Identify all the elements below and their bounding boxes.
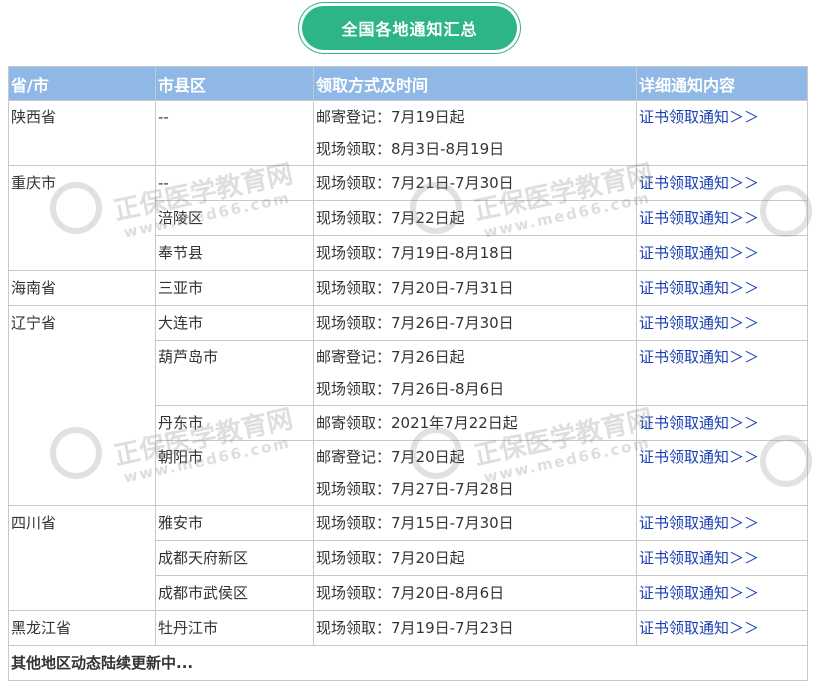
header-detail: 详细通知内容 [636,66,808,101]
header-city: 市县区 [155,66,314,101]
city-cell: -- [155,100,314,166]
city-cell: 三亚市 [155,270,314,306]
method-line: 邮寄登记：7月26日起 [316,348,465,366]
city-cell: 成都天府新区 [155,540,314,576]
table-row: 四川省 雅安市 现场领取：7月15日-7月30日 证书领取通知＞＞ [8,505,808,611]
notice-link[interactable]: 证书领取通知＞＞ [639,279,759,297]
city-cell: 牡丹江市 [155,610,314,646]
notice-link[interactable]: 证书领取通知＞＞ [639,174,759,192]
city-cell: 葫芦岛市 [155,340,314,406]
detail-cell: 证书领取通知＞＞ [636,440,808,506]
detail-cell: 证书领取通知＞＞ [636,505,808,541]
notice-link[interactable]: 证书领取通知＞＞ [639,549,759,567]
notice-link[interactable]: 证书领取通知＞＞ [639,108,759,126]
method-cell: 现场领取：7月15日-7月30日 [313,505,637,541]
city-cell: 朝阳市 [155,440,314,506]
method-line: 邮寄登记：7月20日起 [316,448,465,466]
detail-cell: 证书领取通知＞＞ [636,340,808,406]
detail-cell: 证书领取通知＞＞ [636,610,808,646]
city-cell: 大连市 [155,305,314,341]
notice-link[interactable]: 证书领取通知＞＞ [639,414,759,432]
city-cell: 丹东市 [155,405,314,441]
table-row: 海南省 三亚市 现场领取：7月20日-7月31日 证书领取通知＞＞ [8,270,808,306]
city-cell: 奉节县 [155,235,314,271]
province-cell: 海南省 [8,270,156,306]
notice-link[interactable]: 证书领取通知＞＞ [639,244,759,262]
notice-link[interactable]: 证书领取通知＞＞ [639,209,759,227]
detail-cell: 证书领取通知＞＞ [636,200,808,236]
table-row: 辽宁省 大连市 现场领取：7月26日-7月30日 证书领取通知＞＞ [8,305,808,506]
method-cell: 邮寄登记：7月20日起 现场领取：7月27日-7月28日 [313,440,637,506]
table-footer-row: 其他地区动态陆续更新中... [8,645,808,681]
method-line: 邮寄登记：7月19日起 [316,108,465,126]
method-cell: 现场领取：7月20日-8月6日 [313,575,637,611]
province-cell: 重庆市 [8,165,156,271]
notice-table: 省/市 市县区 领取方式及时间 详细通知内容 陕西省 -- 邮寄登记：7月19日… [8,66,808,681]
detail-cell: 证书领取通知＞＞ [636,540,808,576]
detail-cell: 证书领取通知＞＞ [636,235,808,271]
update-note: 其他地区动态陆续更新中... [8,645,808,681]
title-area: 全国各地通知汇总 [0,0,813,60]
detail-cell: 证书领取通知＞＞ [636,100,808,166]
page-title: 全国各地通知汇总 [302,6,517,50]
detail-cell: 证书领取通知＞＞ [636,575,808,611]
method-cell: 现场领取：7月26日-7月30日 [313,305,637,341]
table-row: 黑龙江省 牡丹江市 现场领取：7月19日-7月23日 证书领取通知＞＞ [8,610,808,646]
method-cell: 现场领取：7月21日-7月30日 [313,165,637,201]
notice-link[interactable]: 证书领取通知＞＞ [639,514,759,532]
method-cell: 现场领取：7月22日起 [313,200,637,236]
table-row: 陕西省 -- 邮寄登记：7月19日起 现场领取：8月3日-8月19日 证书领取通… [8,100,808,166]
province-cell: 黑龙江省 [8,610,156,646]
notice-link[interactable]: 证书领取通知＞＞ [639,584,759,602]
method-line: 现场领取：7月27日-7月28日 [316,480,514,498]
method-cell: 邮寄登记：7月26日起 现场领取：7月26日-8月6日 [313,340,637,406]
province-cell: 陕西省 [8,100,156,166]
notice-link[interactable]: 证书领取通知＞＞ [639,448,759,466]
city-cell: 雅安市 [155,505,314,541]
method-cell: 现场领取：7月20日起 [313,540,637,576]
city-cell: 成都市武侯区 [155,575,314,611]
city-cell: 涪陵区 [155,200,314,236]
method-cell: 邮寄领取：2021年7月22日起 [313,405,637,441]
method-cell: 现场领取：7月20日-7月31日 [313,270,637,306]
table-row: 重庆市 -- 现场领取：7月21日-7月30日 证书领取通知＞＞ [8,165,808,271]
detail-cell: 证书领取通知＞＞ [636,270,808,306]
notice-link[interactable]: 证书领取通知＞＞ [639,314,759,332]
province-cell: 辽宁省 [8,305,156,506]
notice-link[interactable]: 证书领取通知＞＞ [639,348,759,366]
method-cell: 现场领取：7月19日-7月23日 [313,610,637,646]
city-cell: -- [155,165,314,201]
detail-cell: 证书领取通知＞＞ [636,405,808,441]
header-province: 省/市 [8,66,156,101]
method-line: 现场领取：8月3日-8月19日 [316,140,505,158]
province-cell: 四川省 [8,505,156,611]
method-line: 现场领取：7月26日-8月6日 [316,380,505,398]
detail-cell: 证书领取通知＞＞ [636,165,808,201]
detail-cell: 证书领取通知＞＞ [636,305,808,341]
table-header-row: 省/市 市县区 领取方式及时间 详细通知内容 [8,66,808,101]
notice-link[interactable]: 证书领取通知＞＞ [639,619,759,637]
method-cell: 现场领取：7月19日-8月18日 [313,235,637,271]
method-cell: 邮寄登记：7月19日起 现场领取：8月3日-8月19日 [313,100,637,166]
header-method: 领取方式及时间 [313,66,637,101]
